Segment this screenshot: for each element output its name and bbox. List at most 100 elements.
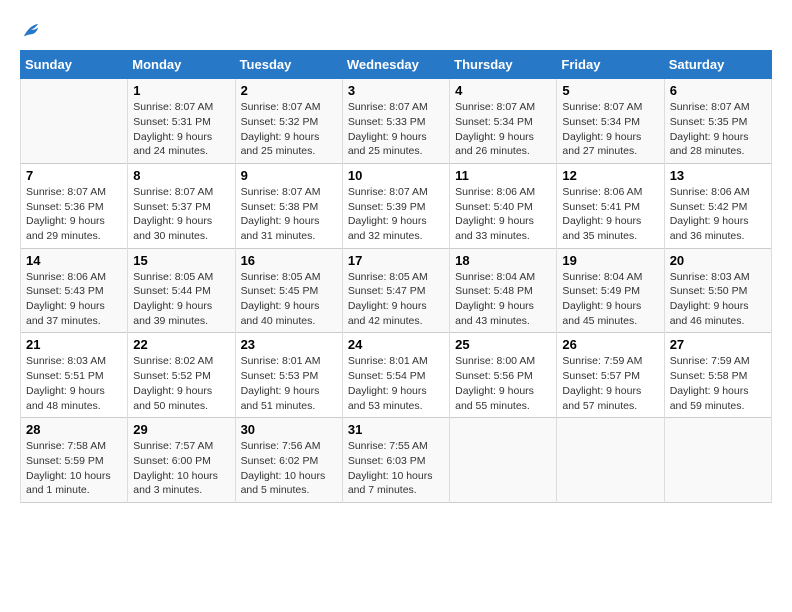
day-info: Sunrise: 8:04 AMSunset: 5:49 PMDaylight:… [562, 270, 658, 329]
day-info: Sunrise: 8:07 AMSunset: 5:32 PMDaylight:… [241, 100, 337, 159]
day-number: 30 [241, 422, 337, 437]
day-info: Sunrise: 8:03 AMSunset: 5:50 PMDaylight:… [670, 270, 766, 329]
day-info: Sunrise: 8:07 AMSunset: 5:35 PMDaylight:… [670, 100, 766, 159]
day-info: Sunrise: 8:07 AMSunset: 5:39 PMDaylight:… [348, 185, 444, 244]
day-info: Sunrise: 8:07 AMSunset: 5:34 PMDaylight:… [562, 100, 658, 159]
day-number: 24 [348, 337, 444, 352]
day-number: 4 [455, 83, 551, 98]
day-info: Sunrise: 8:01 AMSunset: 5:54 PMDaylight:… [348, 354, 444, 413]
day-info: Sunrise: 8:07 AMSunset: 5:37 PMDaylight:… [133, 185, 229, 244]
day-info: Sunrise: 8:07 AMSunset: 5:38 PMDaylight:… [241, 185, 337, 244]
day-info: Sunrise: 8:05 AMSunset: 5:45 PMDaylight:… [241, 270, 337, 329]
day-info: Sunrise: 8:06 AMSunset: 5:42 PMDaylight:… [670, 185, 766, 244]
day-number: 21 [26, 337, 122, 352]
calendar-cell: 4 Sunrise: 8:07 AMSunset: 5:34 PMDaylight… [450, 79, 557, 164]
day-info: Sunrise: 8:07 AMSunset: 5:31 PMDaylight:… [133, 100, 229, 159]
day-number: 2 [241, 83, 337, 98]
day-info: Sunrise: 8:07 AMSunset: 5:34 PMDaylight:… [455, 100, 551, 159]
calendar-cell: 12Sunrise: 8:06 AMSunset: 5:41 PMDayligh… [557, 163, 664, 248]
day-number: 8 [133, 168, 229, 183]
day-number: 16 [241, 253, 337, 268]
calendar-week-row: 7 Sunrise: 8:07 AMSunset: 5:36 PMDaylight… [21, 163, 772, 248]
day-info: Sunrise: 8:07 AMSunset: 5:33 PMDaylight:… [348, 100, 444, 159]
day-number: 26 [562, 337, 658, 352]
day-number: 18 [455, 253, 551, 268]
day-number: 9 [241, 168, 337, 183]
col-header-sunday: Sunday [21, 51, 128, 79]
day-info: Sunrise: 7:59 AMSunset: 5:58 PMDaylight:… [670, 354, 766, 413]
calendar-cell: 20 Sunrise: 8:03 AMSunset: 5:50 PMDayligh… [664, 248, 771, 333]
day-info: Sunrise: 7:58 AMSunset: 5:59 PMDaylight:… [26, 439, 122, 498]
calendar-cell: 22 Sunrise: 8:02 AMSunset: 5:52 PMDayligh… [128, 333, 235, 418]
day-number: 5 [562, 83, 658, 98]
day-number: 19 [562, 253, 658, 268]
day-number: 31 [348, 422, 444, 437]
calendar-cell: 23Sunrise: 8:01 AMSunset: 5:53 PMDayligh… [235, 333, 342, 418]
calendar-cell: 28 Sunrise: 7:58 AMSunset: 5:59 PMDayligh… [21, 418, 128, 503]
day-info: Sunrise: 8:06 AMSunset: 5:41 PMDaylight:… [562, 185, 658, 244]
day-number: 11 [455, 168, 551, 183]
calendar-cell: 6 Sunrise: 8:07 AMSunset: 5:35 PMDaylight… [664, 79, 771, 164]
calendar-cell: 16 Sunrise: 8:05 AMSunset: 5:45 PMDayligh… [235, 248, 342, 333]
calendar-cell: 5 Sunrise: 8:07 AMSunset: 5:34 PMDaylight… [557, 79, 664, 164]
calendar-cell: 19 Sunrise: 8:04 AMSunset: 5:49 PMDayligh… [557, 248, 664, 333]
calendar-cell: 18Sunrise: 8:04 AMSunset: 5:48 PMDayligh… [450, 248, 557, 333]
logo-bird-icon [22, 21, 40, 39]
day-info: Sunrise: 7:59 AMSunset: 5:57 PMDaylight:… [562, 354, 658, 413]
day-info: Sunrise: 8:06 AMSunset: 5:40 PMDaylight:… [455, 185, 551, 244]
calendar-cell [664, 418, 771, 503]
col-header-monday: Monday [128, 51, 235, 79]
day-number: 17 [348, 253, 444, 268]
calendar-cell: 29 Sunrise: 7:57 AMSunset: 6:00 PMDayligh… [128, 418, 235, 503]
calendar-cell: 10 Sunrise: 8:07 AMSunset: 5:39 PMDayligh… [342, 163, 449, 248]
calendar-cell: 11 Sunrise: 8:06 AMSunset: 5:40 PMDayligh… [450, 163, 557, 248]
calendar-cell: 14Sunrise: 8:06 AMSunset: 5:43 PMDayligh… [21, 248, 128, 333]
day-info: Sunrise: 8:03 AMSunset: 5:51 PMDaylight:… [26, 354, 122, 413]
calendar-week-row: 1 Sunrise: 8:07 AMSunset: 5:31 PMDaylight… [21, 79, 772, 164]
day-number: 28 [26, 422, 122, 437]
calendar-cell: 8 Sunrise: 8:07 AMSunset: 5:37 PMDaylight… [128, 163, 235, 248]
calendar-table: SundayMondayTuesdayWednesdayThursdayFrid… [20, 50, 772, 503]
calendar-cell: 17 Sunrise: 8:05 AMSunset: 5:47 PMDayligh… [342, 248, 449, 333]
day-number: 20 [670, 253, 766, 268]
page-header [20, 20, 772, 40]
calendar-cell: 27 Sunrise: 7:59 AMSunset: 5:58 PMDayligh… [664, 333, 771, 418]
day-number: 27 [670, 337, 766, 352]
day-info: Sunrise: 8:05 AMSunset: 5:47 PMDaylight:… [348, 270, 444, 329]
calendar-cell: 7 Sunrise: 8:07 AMSunset: 5:36 PMDaylight… [21, 163, 128, 248]
day-info: Sunrise: 8:02 AMSunset: 5:52 PMDaylight:… [133, 354, 229, 413]
day-number: 3 [348, 83, 444, 98]
day-number: 10 [348, 168, 444, 183]
calendar-cell: 31 Sunrise: 7:55 AMSunset: 6:03 PMDayligh… [342, 418, 449, 503]
calendar-cell: 1 Sunrise: 8:07 AMSunset: 5:31 PMDaylight… [128, 79, 235, 164]
logo-text [20, 20, 40, 44]
calendar-cell: 2 Sunrise: 8:07 AMSunset: 5:32 PMDaylight… [235, 79, 342, 164]
day-info: Sunrise: 8:07 AMSunset: 5:36 PMDaylight:… [26, 185, 122, 244]
calendar-cell: 21 Sunrise: 8:03 AMSunset: 5:51 PMDayligh… [21, 333, 128, 418]
day-info: Sunrise: 8:05 AMSunset: 5:44 PMDaylight:… [133, 270, 229, 329]
day-info: Sunrise: 7:55 AMSunset: 6:03 PMDaylight:… [348, 439, 444, 498]
day-info: Sunrise: 8:00 AMSunset: 5:56 PMDaylight:… [455, 354, 551, 413]
day-number: 22 [133, 337, 229, 352]
logo [20, 20, 40, 40]
day-number: 6 [670, 83, 766, 98]
calendar-cell: 9 Sunrise: 8:07 AMSunset: 5:38 PMDaylight… [235, 163, 342, 248]
calendar-week-row: 21 Sunrise: 8:03 AMSunset: 5:51 PMDayligh… [21, 333, 772, 418]
day-number: 1 [133, 83, 229, 98]
calendar-cell: 30 Sunrise: 7:56 AMSunset: 6:02 PMDayligh… [235, 418, 342, 503]
day-number: 13 [670, 168, 766, 183]
day-number: 29 [133, 422, 229, 437]
calendar-cell: 26 Sunrise: 7:59 AMSunset: 5:57 PMDayligh… [557, 333, 664, 418]
calendar-cell: 25Sunrise: 8:00 AMSunset: 5:56 PMDayligh… [450, 333, 557, 418]
col-header-friday: Friday [557, 51, 664, 79]
calendar-header-row: SundayMondayTuesdayWednesdayThursdayFrid… [21, 51, 772, 79]
col-header-tuesday: Tuesday [235, 51, 342, 79]
day-info: Sunrise: 7:56 AMSunset: 6:02 PMDaylight:… [241, 439, 337, 498]
calendar-week-row: 28 Sunrise: 7:58 AMSunset: 5:59 PMDayligh… [21, 418, 772, 503]
day-info: Sunrise: 7:57 AMSunset: 6:00 PMDaylight:… [133, 439, 229, 498]
calendar-cell [21, 79, 128, 164]
calendar-cell [450, 418, 557, 503]
calendar-week-row: 14Sunrise: 8:06 AMSunset: 5:43 PMDayligh… [21, 248, 772, 333]
day-number: 7 [26, 168, 122, 183]
day-info: Sunrise: 8:06 AMSunset: 5:43 PMDaylight:… [26, 270, 122, 329]
